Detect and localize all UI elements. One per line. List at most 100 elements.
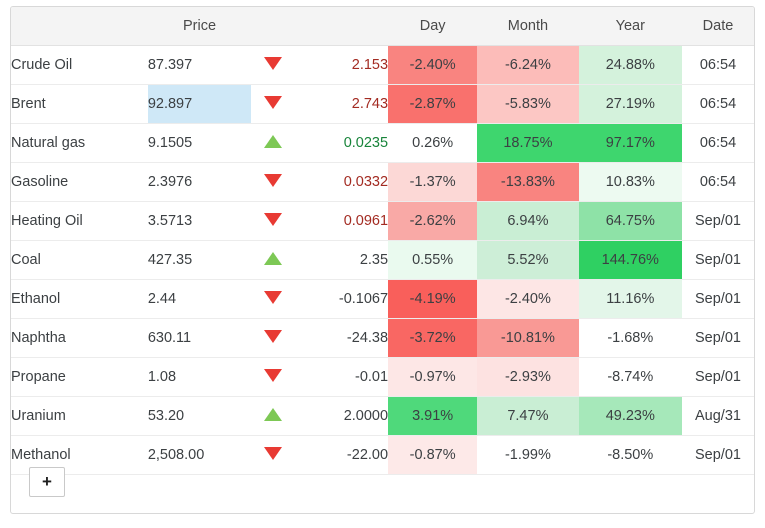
cell-date[interactable]: Aug/31 [681, 396, 754, 436]
cell-day-pct[interactable]: -2.87% [388, 84, 478, 124]
cell-price[interactable]: 9.1505 [147, 123, 252, 163]
cell-month-pct[interactable]: -2.40% [477, 279, 579, 319]
table-row[interactable]: Brent 92.897 2.743 -2.87% -5.83% 27.19% 06:54 [11, 84, 754, 124]
cell-price[interactable]: 2,508.00 [147, 435, 252, 475]
table-row[interactable]: Natural gas 9.1505 0.0235 0.26% 18.75% 97.17%… [11, 123, 754, 163]
table-row[interactable]: Uranium 53.20 2.0000 3.91% 7.47% 49.23% Aug/31 [11, 396, 754, 436]
cell-instrument-name[interactable]: Propane [11, 357, 148, 397]
cell-date[interactable]: Sep/01 [681, 318, 754, 358]
cell-day-pct[interactable]: -0.87% [388, 435, 478, 475]
cell-year-pct[interactable]: 144.76% [578, 240, 682, 280]
column-header-date[interactable]: Date [681, 7, 754, 46]
column-header-year[interactable]: Year [578, 7, 682, 46]
arrow-down-icon [264, 95, 282, 109]
cell-month-pct[interactable]: -10.81% [477, 318, 579, 358]
cell-instrument-name[interactable]: Coal [11, 240, 148, 280]
cell-day-pct[interactable]: 0.26% [388, 123, 478, 163]
cell-date[interactable]: Sep/01 [681, 201, 754, 241]
cell-date[interactable]: 06:54 [681, 45, 754, 85]
cell-day-pct[interactable]: -1.37% [388, 162, 478, 202]
cell-year-pct[interactable]: 11.16% [578, 279, 682, 319]
cell-change[interactable]: 0.0961 [294, 201, 389, 241]
cell-price[interactable]: 87.397 [147, 45, 252, 85]
cell-direction [251, 162, 295, 202]
cell-day-pct[interactable]: 0.55% [388, 240, 478, 280]
cell-price[interactable]: 630.11 [147, 318, 252, 358]
cell-instrument-name[interactable]: Natural gas [11, 123, 148, 163]
table-row[interactable]: Methanol 2,508.00 -22.00 -0.87% -1.99% -8.50%… [11, 435, 754, 475]
cell-year-pct[interactable]: -1.68% [578, 318, 682, 358]
cell-change[interactable]: -24.38 [294, 318, 389, 358]
cell-date[interactable]: Sep/01 [681, 357, 754, 397]
cell-price-selected[interactable]: 92.897 [147, 84, 252, 124]
cell-instrument-name[interactable]: Ethanol [11, 279, 148, 319]
cell-day-pct[interactable]: -2.62% [388, 201, 478, 241]
cell-month-pct[interactable]: -13.83% [477, 162, 579, 202]
cell-date[interactable]: 06:54 [681, 162, 754, 202]
table-row[interactable]: Ethanol 2.44 -0.1067 -4.19% -2.40% 11.16% Sep/… [11, 279, 754, 319]
cell-instrument-name[interactable]: Brent [11, 84, 148, 124]
table-row[interactable]: Crude Oil 87.397 2.153 -2.40% -6.24% 24.88% 06… [11, 45, 754, 85]
table-row[interactable]: Coal 427.35 2.35 0.55% 5.52% 144.76% Sep/01 [11, 240, 754, 280]
cell-instrument-name[interactable]: Gasoline [11, 162, 148, 202]
cell-month-pct[interactable]: 18.75% [477, 123, 579, 163]
cell-day-pct[interactable]: -0.97% [388, 357, 478, 397]
cell-day-pct[interactable]: -4.19% [388, 279, 478, 319]
cell-price[interactable]: 1.08 [147, 357, 252, 397]
cell-date[interactable]: Sep/01 [681, 279, 754, 319]
cell-instrument-name[interactable]: Uranium [11, 396, 148, 436]
cell-year-pct[interactable]: 24.88% [578, 45, 682, 85]
cell-year-pct[interactable]: 64.75% [578, 201, 682, 241]
cell-month-pct[interactable]: 6.94% [477, 201, 579, 241]
cell-change[interactable]: -22.00 [294, 435, 389, 475]
cell-instrument-name[interactable]: Naphtha [11, 318, 148, 358]
cell-change[interactable]: 2.153 [294, 45, 389, 85]
cell-instrument-name[interactable]: Crude Oil [11, 45, 148, 85]
cell-date[interactable]: 06:54 [681, 123, 754, 163]
cell-year-pct[interactable]: 49.23% [578, 396, 682, 436]
cell-change[interactable]: 2.35 [294, 240, 389, 280]
cell-day-pct[interactable]: -2.40% [388, 45, 478, 85]
cell-change[interactable]: 0.0332 [294, 162, 389, 202]
column-header-change[interactable] [294, 7, 389, 46]
cell-year-pct[interactable]: 27.19% [578, 84, 682, 124]
arrow-down-icon [264, 368, 282, 382]
cell-day-pct[interactable]: 3.91% [388, 396, 478, 436]
cell-year-pct[interactable]: -8.74% [578, 357, 682, 397]
cell-price[interactable]: 3.5713 [147, 201, 252, 241]
table-row[interactable]: Naphtha 630.11 -24.38 -3.72% -10.81% -1.68% Se… [11, 318, 754, 358]
cell-change[interactable]: 2.743 [294, 84, 389, 124]
cell-year-pct[interactable]: -8.50% [578, 435, 682, 475]
cell-month-pct[interactable]: 5.52% [477, 240, 579, 280]
cell-change[interactable]: -0.1067 [294, 279, 389, 319]
cell-month-pct[interactable]: -5.83% [477, 84, 579, 124]
add-row-button[interactable]: + [29, 467, 65, 497]
table-row[interactable]: Gasoline 2.3976 0.0332 -1.37% -13.83% 10.83% 0… [11, 162, 754, 202]
cell-month-pct[interactable]: -1.99% [477, 435, 579, 475]
column-header-day[interactable]: Day [388, 7, 478, 46]
cell-instrument-name[interactable]: Heating Oil [11, 201, 148, 241]
cell-date[interactable]: Sep/01 [681, 435, 754, 475]
cell-price[interactable]: 53.20 [147, 396, 252, 436]
cell-direction [251, 435, 295, 475]
cell-month-pct[interactable]: -6.24% [477, 45, 579, 85]
cell-price[interactable]: 2.3976 [147, 162, 252, 202]
cell-day-pct[interactable]: -3.72% [388, 318, 478, 358]
table-row[interactable]: Heating Oil 3.5713 0.0961 -2.62% 6.94% 64.75%… [11, 201, 754, 241]
table-row[interactable]: Propane 1.08 -0.01 -0.97% -2.93% -8.74% Sep/01 [11, 357, 754, 397]
cell-month-pct[interactable]: -2.93% [477, 357, 579, 397]
cell-year-pct[interactable]: 97.17% [578, 123, 682, 163]
cell-price[interactable]: 2.44 [147, 279, 252, 319]
cell-year-pct[interactable]: 10.83% [578, 162, 682, 202]
column-header-arrow[interactable] [251, 7, 295, 46]
column-header-price[interactable]: Price [147, 7, 252, 46]
cell-month-pct[interactable]: 7.47% [477, 396, 579, 436]
column-header-month[interactable]: Month [477, 7, 579, 46]
cell-date[interactable]: 06:54 [681, 84, 754, 124]
cell-change[interactable]: 2.0000 [294, 396, 389, 436]
cell-date[interactable]: Sep/01 [681, 240, 754, 280]
cell-change[interactable]: 0.0235 [294, 123, 389, 163]
column-header-name[interactable] [11, 7, 148, 46]
cell-change[interactable]: -0.01 [294, 357, 389, 397]
cell-price[interactable]: 427.35 [147, 240, 252, 280]
